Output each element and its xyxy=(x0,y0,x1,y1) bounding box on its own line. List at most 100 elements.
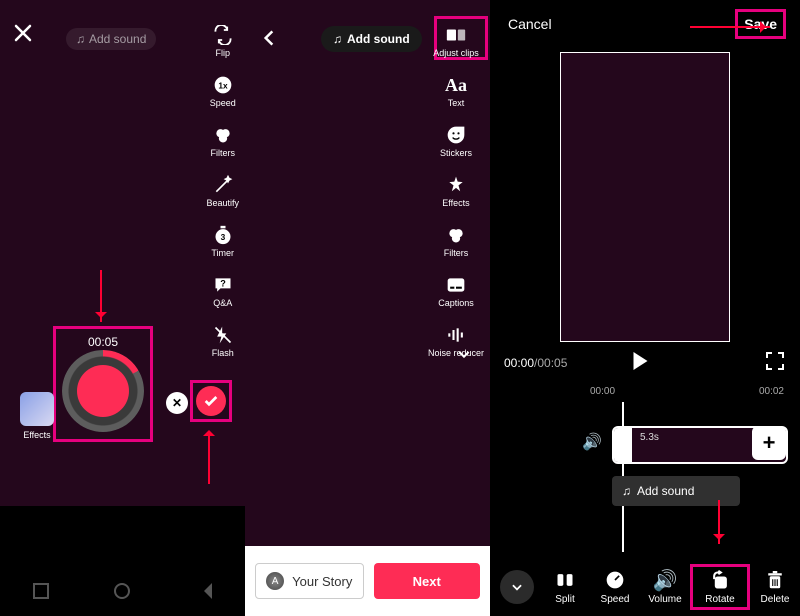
clip-preview xyxy=(560,52,730,342)
expand-tools-chevron[interactable] xyxy=(456,346,472,362)
speed-tool[interactable]: 1x Speed xyxy=(210,74,236,108)
filters-tool[interactable]: Filters xyxy=(210,124,235,158)
tick-label: 00:00 xyxy=(590,386,615,397)
editor-screen: ♫ Add sound Adjust clips Aa Text Sticker… xyxy=(245,0,490,616)
toolbar-expand-button[interactable] xyxy=(500,570,534,604)
discard-button[interactable]: ✕ xyxy=(166,392,188,414)
play-button[interactable] xyxy=(634,352,657,370)
home-button[interactable] xyxy=(114,583,130,599)
rotate-icon xyxy=(709,569,731,591)
effects-label: Effects xyxy=(23,430,50,440)
delete-tool[interactable]: Delete xyxy=(750,569,800,605)
adjust-clips-icon xyxy=(445,24,467,46)
tool-label: Delete xyxy=(761,594,790,605)
flash-icon xyxy=(212,324,234,346)
effects-icon xyxy=(445,174,467,196)
tool-label: Speed xyxy=(210,98,236,108)
your-story-label: Your Story xyxy=(292,574,352,589)
rotate-tool[interactable]: Rotate xyxy=(690,564,750,610)
timer-icon: 3 xyxy=(212,224,234,246)
tool-label: Adjust clips xyxy=(433,48,479,58)
playback-time: 00:00/00:05 xyxy=(504,356,567,370)
speed-tool[interactable]: Speed xyxy=(590,569,640,605)
timeline[interactable]: 🔊 5.3s + ♫ Add sound xyxy=(490,402,800,552)
beautify-icon xyxy=(212,174,234,196)
split-icon xyxy=(554,569,576,591)
tool-label: Flash xyxy=(212,348,234,358)
effects-tool[interactable]: Effects xyxy=(442,174,469,208)
flip-icon xyxy=(212,24,234,46)
tool-label: Stickers xyxy=(440,148,472,158)
speed-icon xyxy=(604,569,626,591)
add-sound-pill[interactable]: ♫ Add sound xyxy=(321,26,422,52)
fullscreen-button[interactable] xyxy=(766,352,784,370)
stickers-icon xyxy=(445,124,467,146)
tool-label: Volume xyxy=(648,594,681,605)
clip-duration-label: 5.3s xyxy=(640,432,659,443)
tool-label: Q&A xyxy=(213,298,232,308)
annotation-arrow xyxy=(690,26,770,28)
timeline-ticks: 00:00 00:02 xyxy=(590,386,784,397)
add-sound-label: Add sound xyxy=(347,32,410,46)
tool-label: Flip xyxy=(215,48,230,58)
add-sound-track[interactable]: ♫ Add sound xyxy=(612,476,740,506)
music-note-icon: ♫ xyxy=(622,484,631,498)
split-tool[interactable]: Split xyxy=(540,569,590,605)
qa-icon: ? xyxy=(212,274,234,296)
music-note-icon: ♫ xyxy=(76,32,85,46)
captions-tool[interactable]: Captions xyxy=(438,274,474,308)
your-story-button[interactable]: A Your Story xyxy=(255,563,364,599)
add-clip-button[interactable]: + xyxy=(752,426,786,460)
annotation-arrow xyxy=(100,270,102,322)
add-sound-label: Add sound xyxy=(637,484,694,498)
noise-icon xyxy=(445,324,467,346)
record-side-tools: Flip 1x Speed Filters Beautify xyxy=(206,24,239,358)
highlight-box xyxy=(190,380,232,422)
next-button[interactable]: Next xyxy=(374,563,481,599)
text-tool[interactable]: Aa Text xyxy=(445,74,467,108)
filters-tool[interactable]: Filters xyxy=(444,224,469,258)
tool-label: Effects xyxy=(442,198,469,208)
android-nav-bar xyxy=(0,566,245,616)
volume-icon: 🔊 xyxy=(654,569,676,591)
record-screen: ♫ Add sound Flip 1x Speed Filters xyxy=(0,0,245,616)
back-button[interactable] xyxy=(196,583,212,599)
highlight-box xyxy=(53,326,153,442)
total-time: /00:05 xyxy=(534,356,567,370)
beautify-tool[interactable]: Beautify xyxy=(206,174,239,208)
tick-label: 00:02 xyxy=(759,386,784,397)
clip-trim-handle[interactable] xyxy=(614,428,632,462)
trash-icon xyxy=(764,569,786,591)
qa-tool[interactable]: ? Q&A xyxy=(212,274,234,308)
filters-icon xyxy=(445,224,467,246)
adjust-clips-tool[interactable]: Adjust clips xyxy=(433,24,479,58)
effects-button[interactable]: Effects xyxy=(20,392,54,440)
flash-tool[interactable]: Flash xyxy=(212,324,234,358)
tool-label: Rotate xyxy=(705,594,734,605)
add-sound-pill[interactable]: ♫ Add sound xyxy=(66,28,156,50)
tool-label: Speed xyxy=(601,594,630,605)
tool-label: Timer xyxy=(211,248,234,258)
back-button[interactable] xyxy=(259,28,279,48)
tool-label: Filters xyxy=(210,148,235,158)
adjust-clips-screen: Cancel Save 00:00/00:05 00:00 00:02 🔊 5.… xyxy=(490,0,800,616)
tool-label: Split xyxy=(555,594,574,605)
annotation-arrow xyxy=(718,500,720,544)
clip-volume-icon[interactable]: 🔊 xyxy=(582,432,602,452)
tool-label: Beautify xyxy=(206,198,239,208)
current-time: 00:00 xyxy=(504,356,534,370)
timer-tool[interactable]: 3 Timer xyxy=(211,224,234,258)
svg-text:?: ? xyxy=(220,279,226,289)
filters-icon xyxy=(212,124,234,146)
tool-label: Text xyxy=(448,98,465,108)
editor-bottom-bar: A Your Story Next xyxy=(245,546,490,616)
flip-tool[interactable]: Flip xyxy=(212,24,234,58)
editor-side-tools: Adjust clips Aa Text Stickers Effects xyxy=(428,24,484,358)
overview-button[interactable] xyxy=(33,583,49,599)
avatar-icon: A xyxy=(266,572,284,590)
annotation-arrow xyxy=(208,434,210,484)
stickers-tool[interactable]: Stickers xyxy=(440,124,472,158)
volume-tool[interactable]: 🔊 Volume xyxy=(640,569,690,605)
close-button[interactable] xyxy=(14,24,32,42)
cancel-button[interactable]: Cancel xyxy=(508,16,552,32)
